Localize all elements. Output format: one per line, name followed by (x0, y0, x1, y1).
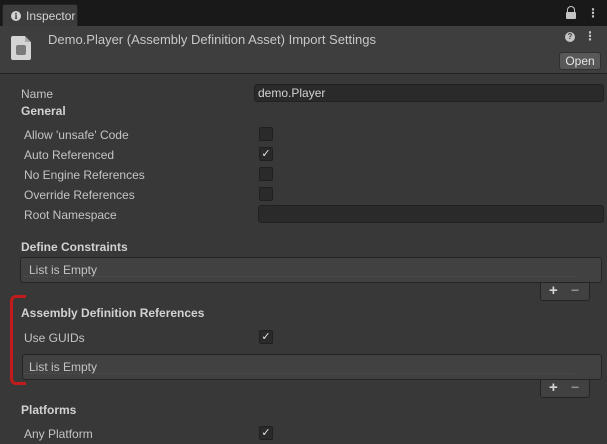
remove-reference-button[interactable]: − (571, 379, 579, 395)
auto-referenced-checkbox[interactable]: ✓ (259, 147, 273, 161)
list-separator (24, 276, 574, 277)
allow-unsafe-label: Allow 'unsafe' Code (24, 128, 129, 142)
inspector-header: Demo.Player (Assembly Definition Asset) … (0, 26, 607, 74)
any-platform-label: Any Platform (24, 427, 93, 441)
inspector-tab[interactable]: i Inspector (2, 4, 78, 26)
info-icon: i (11, 10, 21, 21)
use-guids-checkbox[interactable]: ✓ (259, 330, 273, 344)
any-platform-checkbox[interactable]: ✓ (259, 426, 273, 440)
add-constraint-button[interactable]: + (549, 282, 558, 299)
assembly-references-empty-text: List is Empty (29, 360, 98, 374)
help-icon[interactable]: ? (565, 32, 575, 42)
no-engine-references-checkbox[interactable] (259, 167, 273, 181)
name-field[interactable]: demo.Player (254, 84, 604, 102)
assembly-references-title: Assembly Definition References (21, 306, 205, 320)
define-constraints-list-footer: + − (540, 282, 590, 301)
root-namespace-label: Root Namespace (24, 208, 117, 222)
auto-referenced-label: Auto Referenced (24, 148, 115, 162)
lock-icon[interactable] (565, 6, 577, 20)
inspector-window: i Inspector ⋮ Demo.Player (Assembly Defi… (0, 0, 607, 444)
general-section-title: General (21, 104, 66, 118)
assembly-references-list-footer: + − (540, 379, 590, 398)
tab-strip-controls: ⋮ (565, 6, 599, 20)
define-constraints-title: Define Constraints (21, 240, 128, 254)
tab-label: Inspector (26, 8, 76, 23)
name-label: Name (21, 87, 54, 101)
root-namespace-field[interactable] (258, 205, 604, 223)
add-reference-button[interactable]: + (549, 379, 558, 396)
tab-strip: i Inspector ⋮ (0, 0, 607, 26)
inspector-content: Name demo.Player General Allow 'unsafe' … (0, 75, 607, 444)
header-kebab-menu-icon[interactable]: ⋮ (584, 30, 596, 42)
kebab-menu-icon[interactable]: ⋮ (587, 7, 599, 19)
list-separator (24, 373, 574, 374)
define-constraints-list[interactable]: List is Empty (20, 257, 602, 283)
assembly-references-list[interactable]: List is Empty (22, 354, 602, 380)
use-guids-label: Use GUIDs (24, 331, 85, 345)
asset-title: Demo.Player (Assembly Definition Asset) … (48, 32, 377, 47)
no-engine-references-label: No Engine References (24, 168, 145, 182)
assembly-definition-icon (11, 36, 31, 60)
override-references-checkbox[interactable] (259, 187, 273, 201)
platforms-title: Platforms (21, 403, 77, 417)
define-constraints-empty-text: List is Empty (29, 263, 98, 277)
open-button[interactable]: Open (559, 52, 601, 70)
allow-unsafe-checkbox[interactable] (259, 127, 273, 141)
override-references-label: Override References (24, 188, 135, 202)
remove-constraint-button[interactable]: − (571, 282, 579, 298)
